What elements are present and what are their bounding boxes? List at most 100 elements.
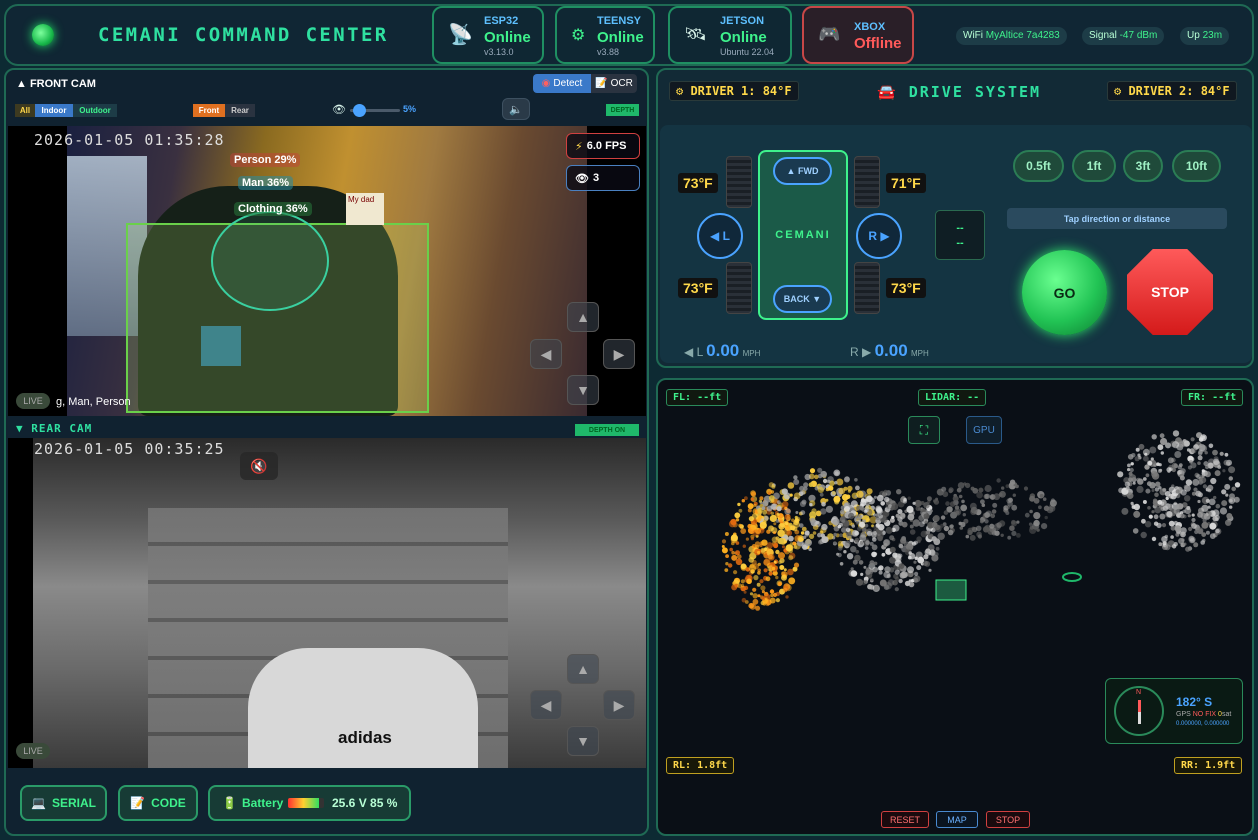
- lidar-point: [851, 524, 855, 528]
- lidar-point: [931, 521, 938, 528]
- wifi-chip: WiFi MyAltice 7a4283: [956, 27, 1067, 45]
- turn-right-button[interactable]: R ▶: [856, 213, 902, 259]
- front-left-arrow-icon[interactable]: ◀: [530, 339, 562, 369]
- lidar-point: [1132, 528, 1139, 534]
- compass-icon: N: [1114, 686, 1164, 736]
- lidar-point: [809, 511, 817, 519]
- lidar-point: [843, 476, 850, 483]
- rear-left-arrow-icon[interactable]: ◀: [530, 690, 562, 720]
- stop-button[interactable]: STOP: [1127, 249, 1213, 335]
- gps-coords: 0.000000, 0.000000: [1176, 721, 1230, 727]
- driver2-temp-value: DRIVER 2: 84°F: [1128, 84, 1230, 98]
- slider-thumb[interactable]: [352, 104, 366, 117]
- command-readout: -- --: [935, 210, 985, 260]
- lidar-point: [1226, 513, 1233, 519]
- distance-3ft-button[interactable]: 3ft: [1123, 150, 1163, 182]
- lidar-point: [776, 512, 780, 516]
- gear-icon: ⚙: [1114, 84, 1129, 98]
- front-cam-feed[interactable]: My dad 2026-01-05 01:35:28 Person 29% Ma…: [8, 126, 646, 416]
- battery-status: 🔋 Battery 25.6 V 85 %: [208, 785, 411, 821]
- ocr-button[interactable]: 📝 OCR: [591, 74, 637, 93]
- lidar-point: [1145, 488, 1151, 494]
- lidar-point: [749, 603, 756, 610]
- distance-0-5ft-button[interactable]: 0.5ft: [1013, 150, 1064, 182]
- teensy-status-card[interactable]: ⚙ TEENSY Online v3.88: [555, 6, 655, 64]
- lidar-point: [778, 552, 785, 560]
- turn-left-button[interactable]: ◀ L: [697, 213, 743, 259]
- lidar-point: [743, 590, 747, 594]
- lidar-point: [872, 537, 877, 542]
- esp32-status-card[interactable]: 📡 ESP32 Online v3.13.0: [432, 6, 544, 64]
- map-button[interactable]: MAP: [936, 811, 978, 828]
- cam-select-rear[interactable]: Rear: [225, 104, 255, 117]
- distance-1ft-button[interactable]: 1ft: [1072, 150, 1116, 182]
- jetson-status-card[interactable]: 🛰 JETSON Online Ubuntu 22.04: [668, 6, 792, 64]
- lidar-point: [721, 545, 725, 548]
- lidar-point: [949, 501, 956, 507]
- uptime-label: Up: [1187, 30, 1200, 41]
- front-right-arrow-icon[interactable]: ▶: [603, 339, 635, 369]
- lidar-point: [749, 592, 754, 596]
- lidar-stop-button[interactable]: STOP: [986, 811, 1030, 828]
- serial-button[interactable]: 💻 SERIAL: [20, 785, 107, 821]
- lidar-point: [762, 510, 767, 515]
- filter-all[interactable]: All: [15, 104, 35, 117]
- detect-button[interactable]: ◉ Detect: [533, 74, 591, 93]
- depth-toggle[interactable]: DEPTH: [606, 104, 639, 116]
- filter-outdoor[interactable]: Outdoor: [73, 104, 117, 117]
- wifi-label: WiFi: [963, 30, 983, 41]
- lidar-point: [981, 503, 986, 507]
- reset-button[interactable]: RESET: [881, 811, 929, 828]
- detection-count: 3: [592, 172, 600, 184]
- lidar-fl-distance: FL: --ft: [666, 389, 729, 406]
- distance-10ft-button[interactable]: 10ft: [1172, 150, 1221, 182]
- speaker-icon[interactable]: 🔈: [502, 98, 530, 120]
- lidar-point: [1197, 499, 1201, 504]
- lidar-point: [869, 569, 874, 574]
- lidar-point: [883, 539, 891, 547]
- lidar-point: [1175, 489, 1180, 494]
- filter-indoor[interactable]: Indoor: [35, 104, 73, 117]
- rear-cam-feed[interactable]: adidas 2026-01-05 00:35:25 🔇 ▲ ◀ ▶ ▼ LIV…: [8, 438, 646, 768]
- rear-up-arrow-icon[interactable]: ▲: [567, 654, 599, 684]
- lidar-point: [1186, 506, 1191, 510]
- gamepad-icon: 🎮: [818, 24, 841, 44]
- gpu-button[interactable]: GPU: [966, 416, 1002, 444]
- right-speed: R ▶ 0.00 MPH: [850, 341, 929, 361]
- lidar-point: [1210, 477, 1217, 485]
- lidar-point: [928, 568, 932, 572]
- driver1-temp-value: DRIVER 1: 84°F: [690, 84, 792, 98]
- rear-right-arrow-icon[interactable]: ▶: [603, 690, 635, 720]
- lidar-point: [761, 590, 765, 594]
- back-button[interactable]: BACK ▼: [773, 285, 832, 313]
- fullscreen-icon[interactable]: ⛶: [908, 416, 940, 444]
- sensitivity-slider[interactable]: [350, 104, 400, 117]
- forward-button[interactable]: ▲ FWD: [773, 157, 832, 185]
- lidar-point: [923, 513, 930, 520]
- go-button[interactable]: GO: [1022, 250, 1107, 335]
- lidar-point: [1157, 444, 1164, 451]
- lidar-point: [880, 501, 885, 506]
- xbox-status-card[interactable]: 🎮 XBOX Offline: [802, 6, 914, 64]
- cam-select-front[interactable]: Front: [193, 104, 225, 117]
- mute-icon[interactable]: 🔇: [240, 452, 278, 480]
- rear-down-arrow-icon[interactable]: ▼: [567, 726, 599, 756]
- jetson-status: Online: [720, 29, 767, 46]
- rear-depth-toggle[interactable]: DEPTH ON: [575, 424, 639, 436]
- lidar-point: [1151, 536, 1157, 542]
- lidar-point: [768, 495, 775, 501]
- lidar-point: [1126, 492, 1134, 499]
- code-button[interactable]: 📝 CODE: [118, 785, 198, 821]
- lidar-point: [1147, 506, 1151, 510]
- ocr-label: OCR: [610, 78, 633, 89]
- front-down-arrow-icon[interactable]: ▼: [567, 375, 599, 405]
- lidar-point: [748, 557, 754, 563]
- lidar-point: [1178, 463, 1183, 467]
- lidar-point: [872, 513, 877, 517]
- lidar-point: [860, 572, 864, 576]
- lidar-point: [738, 508, 743, 513]
- front-up-arrow-icon[interactable]: ▲: [567, 302, 599, 332]
- lidar-point: [881, 552, 886, 557]
- battery-label: Battery: [241, 796, 284, 810]
- lidar-point: [801, 490, 806, 495]
